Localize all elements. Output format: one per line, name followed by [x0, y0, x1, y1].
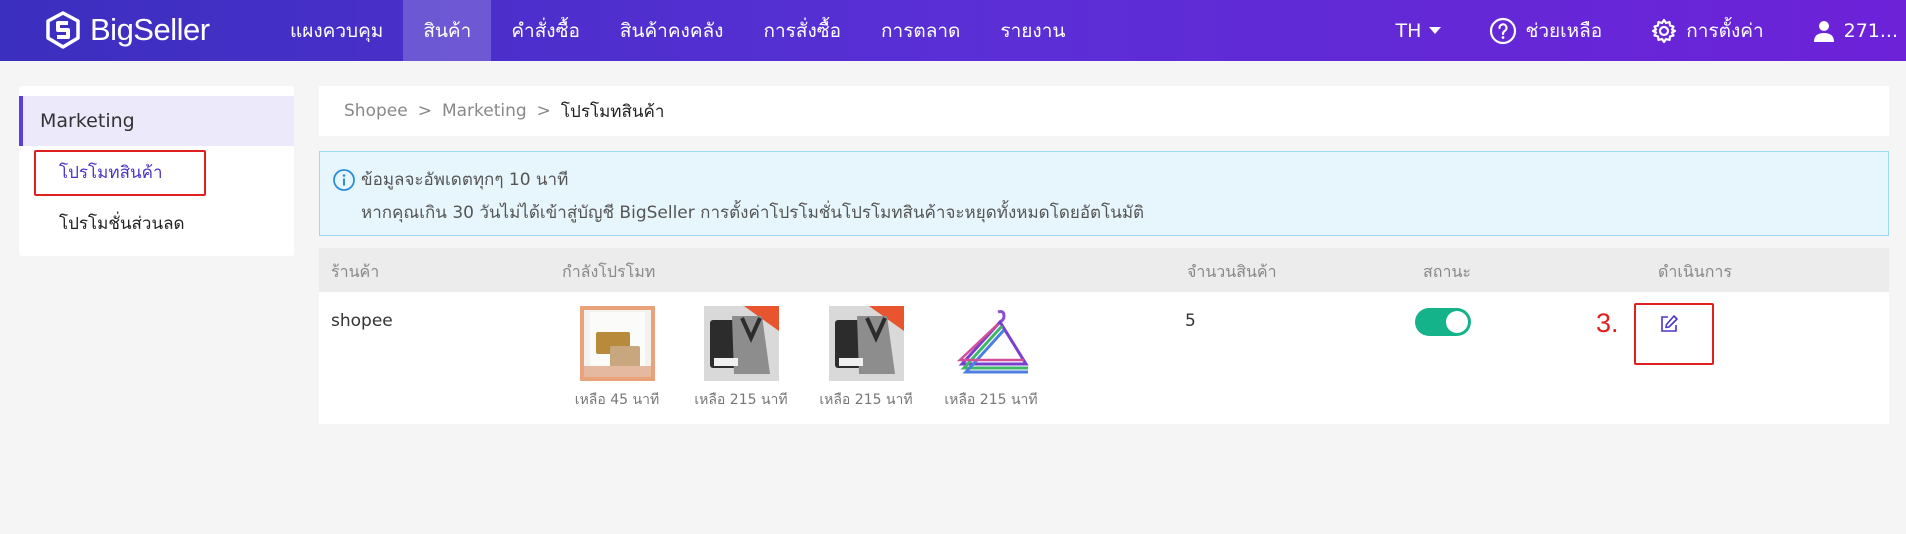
- language-selector[interactable]: TH: [1396, 20, 1442, 42]
- step-annotation: 3.: [1596, 308, 1619, 338]
- breadcrumb: Shopee > Marketing > โปรโมทสินค้า: [319, 86, 1889, 136]
- help-link[interactable]: ช่วยเหลือ: [1489, 16, 1602, 46]
- promo-item[interactable]: เหลือ 45 นาที: [562, 306, 672, 411]
- language-label: TH: [1395, 19, 1422, 42]
- notice-line-update: ข้อมูลจะอัพเดตทุกๆ 10 นาที: [361, 170, 569, 190]
- table-header: ร้านค้า กำลังโปรโมท จำนวนสินค้า สถานะ ดำ…: [319, 248, 1889, 292]
- product-thumbnail-hangers: [953, 306, 1029, 381]
- header-product-count: จำนวนสินค้า: [1187, 262, 1277, 281]
- question-circle-icon: [1490, 17, 1517, 44]
- product-thumbnail-vest: [828, 306, 904, 381]
- caret-down-icon: [1429, 26, 1442, 34]
- header-actions: ดำเนินการ: [1658, 262, 1732, 281]
- shop-name: shopee: [331, 311, 393, 331]
- header-status: สถานะ: [1423, 262, 1471, 281]
- bigseller-logo-icon: [46, 11, 80, 49]
- settings-link[interactable]: การตั้งค่า: [1650, 16, 1764, 46]
- notice-line-inactivity: หากคุณเกิน 30 วันไม่ได้เข้าสู่บัญชี BigS…: [361, 203, 1145, 223]
- settings-label: การตั้งค่า: [1686, 19, 1764, 42]
- brand-name: BigSeller: [90, 12, 210, 47]
- user-menu[interactable]: 271...: [1812, 19, 1898, 43]
- nav-item-purchasing[interactable]: การสั่งซื้อ: [743, 0, 861, 61]
- highlight-box: [34, 150, 206, 196]
- header-promoting: กำลังโปรโมท: [562, 262, 656, 281]
- main-menu: แผงควบคุม สินค้า คำสั่งซื้อ สินค้าคงคลัง…: [270, 0, 1085, 61]
- breadcrumb-separator: >: [536, 101, 551, 121]
- time-remaining: เหลือ 215 นาที: [944, 392, 1038, 408]
- highlight-box: [1634, 303, 1714, 365]
- sidebar-item-discount-promotion[interactable]: โปรโมชั่นส่วนลด: [59, 210, 185, 237]
- promo-item[interactable]: เหลือ 215 นาที: [686, 306, 796, 411]
- nav-item-inventory[interactable]: สินค้าคงคลัง: [600, 0, 744, 61]
- nav-item-products[interactable]: สินค้า: [403, 0, 492, 61]
- brand-logo[interactable]: BigSeller: [44, 10, 210, 50]
- promo-item[interactable]: เหลือ 215 นาที: [811, 306, 921, 411]
- toggle-knob: [1446, 311, 1468, 333]
- info-notice: ข้อมูลจะอัพเดตทุกๆ 10 นาที หากคุณเกิน 30…: [319, 151, 1889, 236]
- status-toggle[interactable]: [1415, 308, 1471, 336]
- info-icon: [333, 169, 355, 191]
- gear-icon: [1652, 18, 1677, 43]
- nav-item-reports[interactable]: รายงาน: [980, 0, 1085, 61]
- breadcrumb-separator: >: [417, 101, 432, 121]
- breadcrumb-item-shopee[interactable]: Shopee: [344, 101, 408, 121]
- help-label: ช่วยเหลือ: [1525, 19, 1603, 42]
- product-count: 5: [1185, 311, 1196, 331]
- time-remaining: เหลือ 215 นาที: [694, 392, 788, 408]
- product-thumbnail-vest: [703, 306, 779, 381]
- user-name: 271...: [1843, 19, 1898, 42]
- promo-item[interactable]: เหลือ 215 นาที: [936, 306, 1046, 411]
- user-icon: [1813, 20, 1834, 42]
- nav-item-orders[interactable]: คำสั่งซื้อ: [491, 0, 600, 61]
- breadcrumb-item-current: โปรโมทสินค้า: [560, 101, 665, 122]
- sidebar-heading[interactable]: Marketing: [19, 96, 294, 146]
- header-shop: ร้านค้า: [331, 262, 380, 281]
- nav-item-dashboard[interactable]: แผงควบคุม: [270, 0, 403, 61]
- top-nav: BigSeller แผงควบคุม สินค้า คำสั่งซื้อ สิ…: [0, 0, 1906, 61]
- breadcrumb-item-marketing[interactable]: Marketing: [442, 101, 527, 121]
- product-thumbnail-wallet: [579, 306, 655, 381]
- time-remaining: เหลือ 215 นาที: [819, 392, 913, 408]
- time-remaining: เหลือ 45 นาที: [574, 392, 660, 408]
- nav-item-marketing[interactable]: การตลาด: [861, 0, 980, 61]
- nav-right: TH ช่วยเหลือ การตั้งค่า 271...: [1348, 0, 1906, 61]
